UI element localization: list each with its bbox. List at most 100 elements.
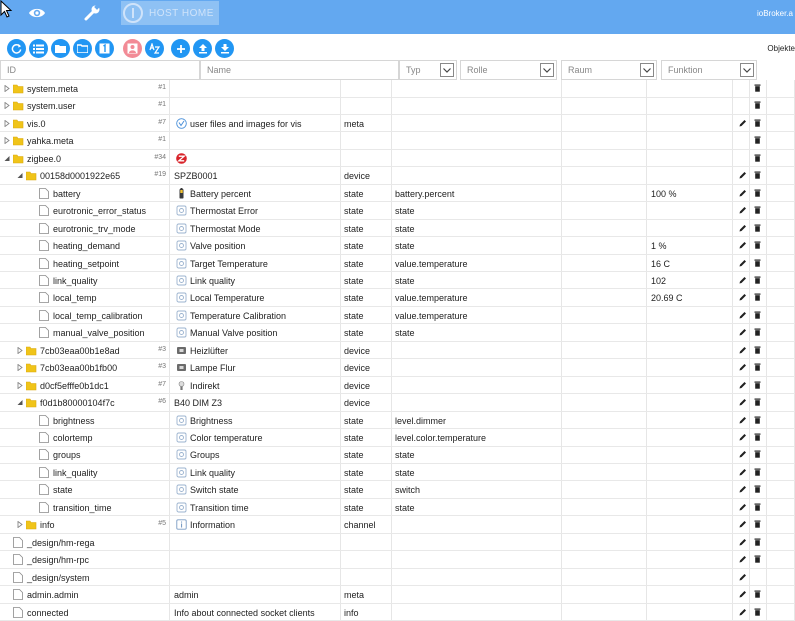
host-home-button[interactable]: HOST HOME bbox=[121, 1, 219, 25]
table-row[interactable]: vis.0#7user files and images for vismeta bbox=[0, 115, 795, 133]
edit-icon[interactable] bbox=[739, 450, 747, 458]
rolle-dropdown[interactable] bbox=[540, 63, 554, 77]
expanded-arrow-icon[interactable] bbox=[17, 399, 23, 406]
table-row[interactable]: yahka.meta#1 bbox=[0, 132, 795, 150]
table-row[interactable]: 00158d0001922e65#19SPZB0001device bbox=[0, 167, 795, 185]
edit-icon[interactable] bbox=[739, 381, 747, 389]
table-row[interactable]: batteryBattery percentstatebattery.perce… bbox=[0, 185, 795, 203]
edit-icon[interactable] bbox=[739, 241, 747, 249]
filter-rolle[interactable]: Rolle bbox=[460, 60, 557, 80]
delete-icon[interactable] bbox=[754, 608, 761, 616]
filter-typ[interactable]: Typ bbox=[399, 60, 457, 80]
edit-icon[interactable] bbox=[739, 119, 747, 127]
sort-button[interactable] bbox=[145, 39, 164, 58]
edit-icon[interactable] bbox=[739, 520, 747, 528]
refresh-button[interactable] bbox=[7, 39, 26, 58]
delete-icon[interactable] bbox=[754, 119, 761, 127]
delete-icon[interactable] bbox=[754, 555, 761, 563]
delete-icon[interactable] bbox=[754, 450, 761, 458]
collapsed-arrow-icon[interactable] bbox=[17, 347, 23, 354]
edit-icon[interactable] bbox=[739, 398, 747, 406]
filter-funktion[interactable]: Funktion bbox=[661, 60, 757, 80]
delete-icon[interactable] bbox=[754, 189, 761, 197]
list-view-button[interactable] bbox=[29, 39, 48, 58]
collapse-all-button[interactable] bbox=[73, 39, 92, 58]
table-row[interactable]: heating_setpointTarget Temperaturestatev… bbox=[0, 255, 795, 273]
expanded-arrow-icon[interactable] bbox=[4, 155, 10, 162]
delete-icon[interactable] bbox=[754, 538, 761, 546]
download-button[interactable] bbox=[215, 39, 234, 58]
table-row[interactable]: system.meta#1 bbox=[0, 80, 795, 98]
collapsed-arrow-icon[interactable] bbox=[4, 85, 10, 92]
edit-icon[interactable] bbox=[739, 468, 747, 476]
table-row[interactable]: link_qualityLink qualitystatestate102 bbox=[0, 272, 795, 290]
table-row[interactable]: 7cb03eaa00b1fb00#3Lampe Flurdevice bbox=[0, 359, 795, 377]
edit-icon[interactable] bbox=[739, 311, 747, 319]
delete-icon[interactable] bbox=[754, 136, 761, 144]
delete-icon[interactable] bbox=[754, 328, 761, 336]
edit-icon[interactable] bbox=[739, 293, 747, 301]
expanded-arrow-icon[interactable] bbox=[17, 172, 23, 179]
add-button[interactable] bbox=[171, 39, 190, 58]
table-row[interactable]: colortempColor temperaturestatelevel.col… bbox=[0, 429, 795, 447]
filter-id[interactable]: ID bbox=[0, 60, 200, 80]
collapsed-arrow-icon[interactable] bbox=[4, 120, 10, 127]
table-row[interactable]: manual_valve_positionManual Valve positi… bbox=[0, 324, 795, 342]
edit-icon[interactable] bbox=[739, 224, 747, 232]
delete-icon[interactable] bbox=[754, 398, 761, 406]
edit-icon[interactable] bbox=[739, 276, 747, 284]
table-row[interactable]: 7cb03eaa00b1e8ad#3Heizlüfterdevice bbox=[0, 342, 795, 360]
edit-icon[interactable] bbox=[739, 346, 747, 354]
delete-icon[interactable] bbox=[754, 468, 761, 476]
edit-icon[interactable] bbox=[739, 328, 747, 336]
delete-icon[interactable] bbox=[754, 433, 761, 441]
table-row[interactable]: transition_timeTransition timestatestate bbox=[0, 499, 795, 517]
table-row[interactable]: connectedInfo about connected socket cli… bbox=[0, 604, 795, 621]
table-row[interactable]: _design/hm-rega bbox=[0, 534, 795, 552]
edit-icon[interactable] bbox=[739, 555, 747, 563]
edit-icon[interactable] bbox=[739, 590, 747, 598]
table-row[interactable]: system.user#1 bbox=[0, 97, 795, 115]
delete-icon[interactable] bbox=[754, 84, 761, 92]
edit-icon[interactable] bbox=[739, 538, 747, 546]
delete-icon[interactable] bbox=[754, 241, 761, 249]
collapsed-arrow-icon[interactable] bbox=[4, 137, 10, 144]
table-row[interactable]: brightnessBrightnessstatelevel.dimmer bbox=[0, 412, 795, 430]
table-row[interactable]: zigbee.0#34 bbox=[0, 150, 795, 168]
delete-icon[interactable] bbox=[754, 363, 761, 371]
edit-icon[interactable] bbox=[739, 608, 747, 616]
upload-button[interactable] bbox=[193, 39, 212, 58]
delete-icon[interactable] bbox=[754, 485, 761, 493]
delete-icon[interactable] bbox=[754, 276, 761, 284]
delete-icon[interactable] bbox=[754, 416, 761, 424]
typ-dropdown[interactable] bbox=[440, 63, 454, 77]
delete-icon[interactable] bbox=[754, 346, 761, 354]
delete-icon[interactable] bbox=[754, 224, 761, 232]
delete-icon[interactable] bbox=[754, 154, 761, 162]
funktion-dropdown[interactable] bbox=[740, 63, 754, 77]
edit-icon[interactable] bbox=[739, 206, 747, 214]
filter-raum[interactable]: Raum bbox=[561, 60, 657, 80]
expand-all-button[interactable] bbox=[51, 39, 70, 58]
table-row[interactable]: link_qualityLink qualitystatestate bbox=[0, 464, 795, 482]
collapsed-arrow-icon[interactable] bbox=[17, 382, 23, 389]
user-button[interactable] bbox=[123, 39, 142, 58]
delete-icon[interactable] bbox=[754, 259, 761, 267]
table-row[interactable]: info#5Informationchannel bbox=[0, 516, 795, 534]
table-row[interactable]: admin.adminadminmeta bbox=[0, 586, 795, 604]
expand-level-button[interactable] bbox=[95, 39, 114, 58]
table-row[interactable]: stateSwitch statestateswitch bbox=[0, 481, 795, 499]
edit-icon[interactable] bbox=[739, 416, 747, 424]
delete-icon[interactable] bbox=[754, 101, 761, 109]
wrench-icon[interactable] bbox=[83, 4, 101, 22]
edit-icon[interactable] bbox=[739, 433, 747, 441]
edit-icon[interactable] bbox=[739, 573, 747, 581]
edit-icon[interactable] bbox=[739, 363, 747, 371]
edit-icon[interactable] bbox=[739, 259, 747, 267]
edit-icon[interactable] bbox=[739, 503, 747, 511]
table-row[interactable]: d0cf5efffe0b1dc1#7Indirektdevice bbox=[0, 377, 795, 395]
delete-icon[interactable] bbox=[754, 381, 761, 389]
edit-icon[interactable] bbox=[739, 485, 747, 493]
collapsed-arrow-icon[interactable] bbox=[17, 521, 23, 528]
delete-icon[interactable] bbox=[754, 311, 761, 319]
